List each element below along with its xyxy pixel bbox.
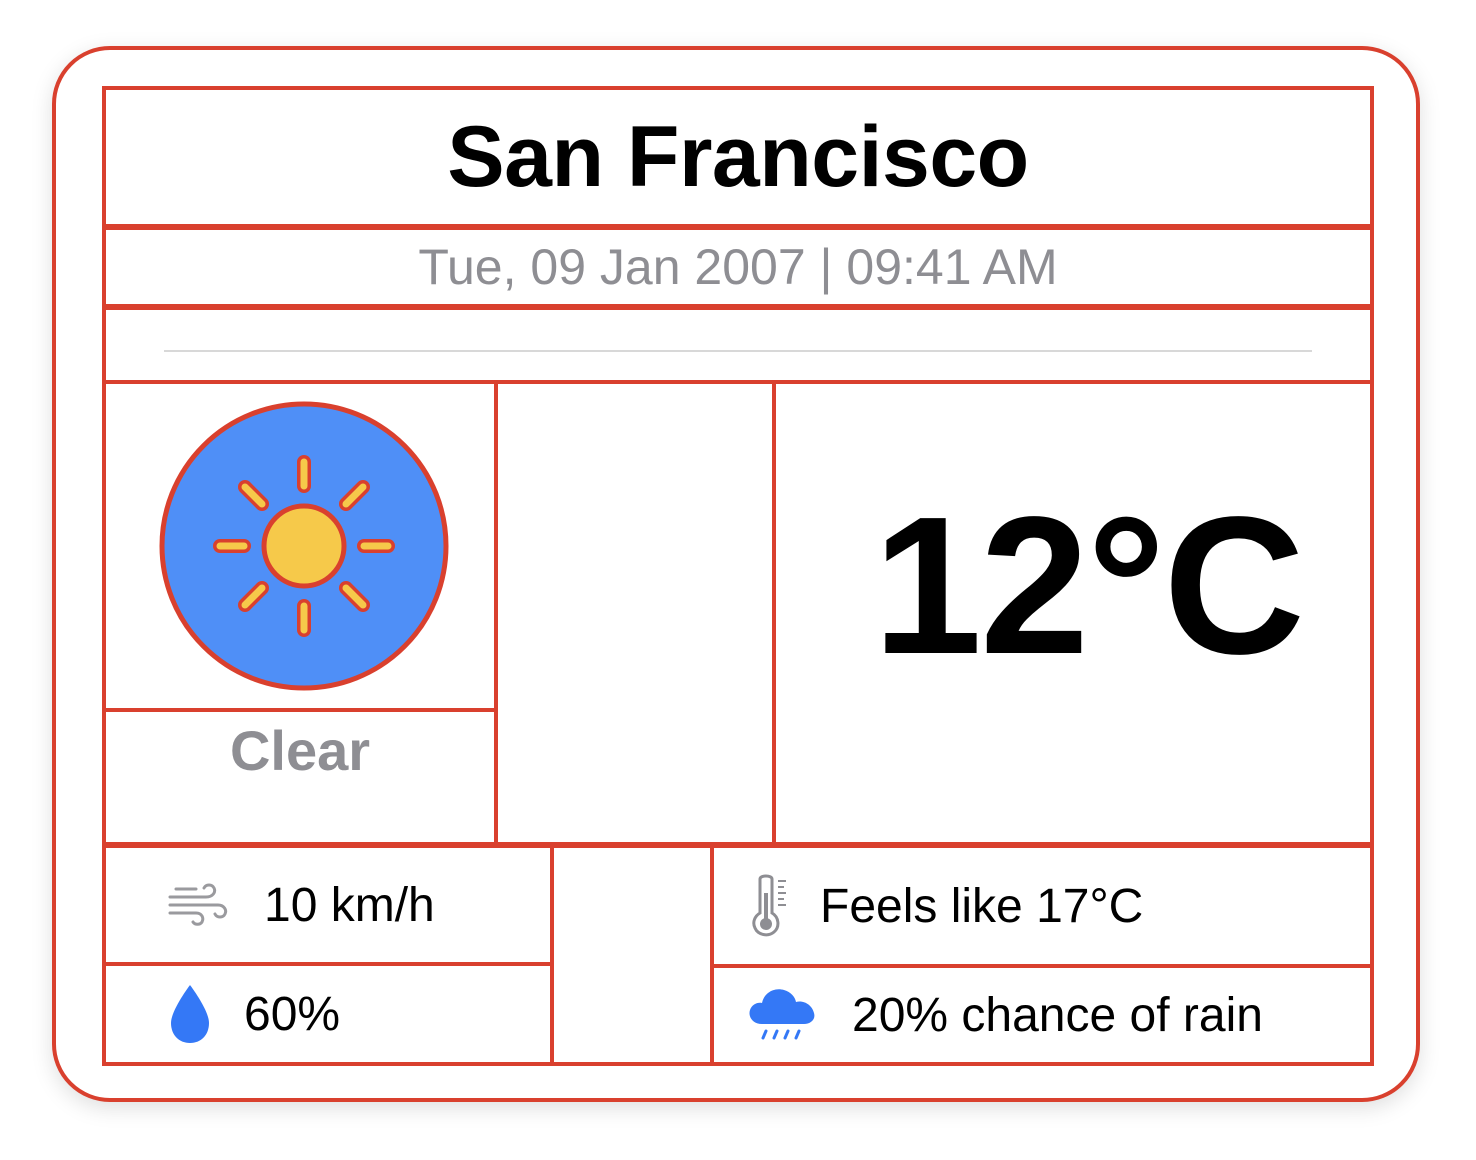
humidity-value: 60% [244, 987, 341, 1041]
humidity-stat: 60% [102, 962, 554, 1066]
temperature-value: 12°C [772, 380, 1374, 846]
droplet-icon [171, 985, 209, 1043]
wind-icon [168, 883, 228, 926]
rain-chance-value: 20% chance of rain [852, 988, 1263, 1042]
rain-chance-stat: 20% chance of rain [710, 964, 1374, 1066]
wind-stat: 10 km/h [102, 844, 554, 966]
city-title: San Francisco [102, 86, 1374, 228]
sun-icon [158, 400, 450, 697]
spacer-cell-bottom [550, 844, 714, 1066]
wind-value: 10 km/h [264, 878, 435, 932]
feels-like-value: Feels like 17°C [820, 879, 1144, 933]
feels-like-stat: Feels like 17°C [710, 844, 1374, 968]
date-time-label: Tue, 09 Jan 2007 | 09:41 AM [102, 226, 1374, 308]
spacer-cell [494, 380, 776, 846]
divider-row [102, 306, 1374, 384]
weather-icon-cell [102, 380, 498, 712]
divider [164, 350, 1312, 352]
thermometer-icon [752, 874, 786, 937]
cloud-rain-icon [749, 989, 815, 1040]
condition-label: Clear [102, 708, 498, 846]
